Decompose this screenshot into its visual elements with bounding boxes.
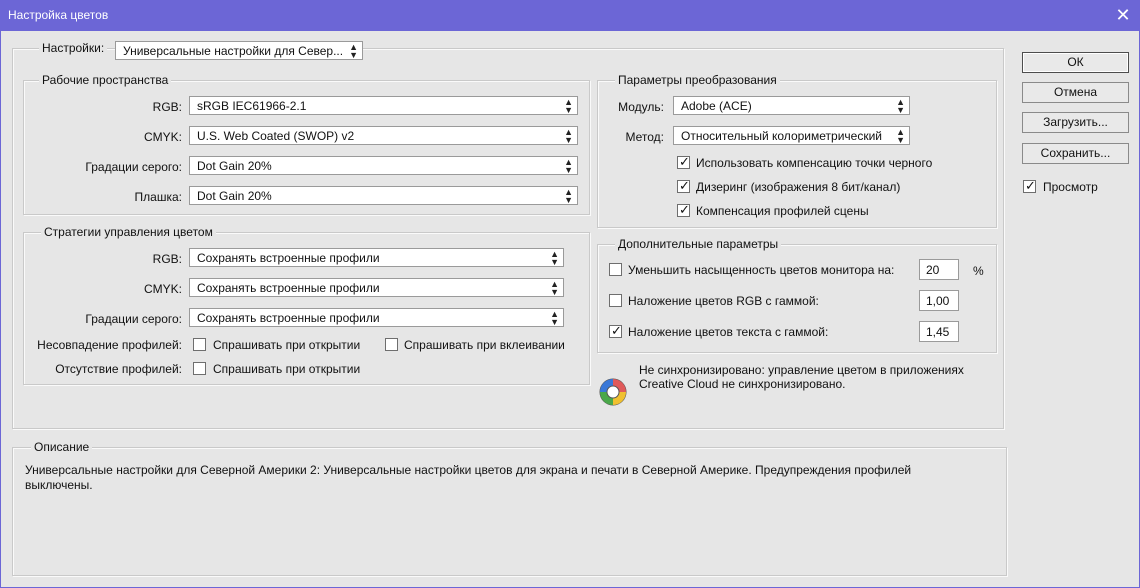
settings-label: Настройки: — [39, 41, 108, 55]
updown-arrow-icon: ▲ ▼ — [896, 127, 905, 145]
policy-cmyk-dropdown[interactable]: Сохранять встроенные профили ▲ ▼ — [189, 278, 564, 297]
mismatch-paste-checkbox[interactable] — [385, 338, 398, 351]
check-icon: ✓ — [679, 178, 690, 193]
check-icon: ✓ — [679, 154, 690, 169]
title-bar: Настройка цветов ✕ — [0, 0, 1140, 31]
policy-cmyk-value: Сохранять встроенные профили — [197, 281, 380, 295]
desaturate-checkbox[interactable] — [609, 263, 622, 276]
updown-arrow-icon: ▲ ▼ — [896, 97, 905, 115]
policies-legend: Стратегии управления цветом — [41, 225, 216, 239]
mismatch-label: Несовпадение профилей: — [37, 338, 182, 352]
policy-gray-value: Сохранять встроенные профили — [197, 311, 380, 325]
ws-rgb-dropdown[interactable]: sRGB IEC61966-2.1 ▲ ▼ — [189, 96, 578, 115]
intent-dropdown[interactable]: Относительный колориметрический ▲ ▼ — [673, 126, 910, 145]
save-button[interactable]: Сохранить... — [1022, 143, 1129, 164]
ws-gray-label: Градации серого: — [85, 160, 182, 174]
engine-value: Adobe (ACE) — [681, 99, 752, 113]
desaturate-unit: % — [973, 264, 984, 278]
engine-label: Модуль: — [618, 100, 664, 114]
rgb-gamma-checkbox[interactable] — [609, 294, 622, 307]
preview-text: Просмотр — [1043, 180, 1098, 194]
policy-rgb-dropdown[interactable]: Сохранять встроенные профили ▲ ▼ — [189, 248, 564, 267]
desaturate-text: Уменьшить насыщенность цветов монитора н… — [628, 263, 895, 277]
mismatch-open-checkbox[interactable] — [193, 338, 206, 351]
policy-rgb-label: RGB: — [152, 252, 182, 266]
rgb-gamma-input[interactable]: 1,00 — [919, 290, 959, 311]
dialog-body: Настройки: Универсальные настройки для С… — [0, 31, 1140, 588]
cancel-button[interactable]: Отмена — [1022, 82, 1129, 103]
text-gamma-text: Наложение цветов текста с гаммой: — [628, 325, 829, 339]
intent-label: Метод: — [625, 130, 664, 144]
check-icon: ✓ — [611, 323, 622, 338]
desaturate-input[interactable]: 20 — [919, 259, 959, 280]
preview-checkbox[interactable]: ✓ — [1023, 178, 1036, 193]
text-gamma-input[interactable]: 1,45 — [919, 321, 959, 342]
policy-rgb-value: Сохранять встроенные профили — [197, 251, 380, 265]
sync-status-line2: Creative Cloud не синхронизировано. — [639, 377, 846, 391]
scene-profile-checkbox[interactable]: ✓ — [677, 202, 690, 217]
engine-dropdown[interactable]: Adobe (ACE) ▲ ▼ — [673, 96, 910, 115]
policy-cmyk-label: CMYK: — [143, 282, 182, 296]
updown-arrow-icon: ▲ ▼ — [550, 249, 559, 267]
policy-gray-label: Градации серого: — [85, 312, 182, 326]
settings-value: Универсальные настройки для Север... — [123, 44, 344, 58]
dither-checkbox[interactable]: ✓ — [677, 178, 690, 193]
description-line2: выключены. — [25, 478, 93, 492]
color-wheel-icon — [598, 377, 628, 407]
ws-cmyk-dropdown[interactable]: U.S. Web Coated (SWOP) v2 ▲ ▼ — [189, 126, 578, 145]
ok-button[interactable]: ОК — [1022, 52, 1129, 73]
ws-rgb-value: sRGB IEC61966-2.1 — [197, 99, 307, 113]
check-icon: ✓ — [1025, 178, 1036, 193]
dither-text: Дизеринг (изображения 8 бит/канал) — [696, 180, 901, 194]
check-icon: ✓ — [679, 202, 690, 217]
updown-arrow-icon: ▲ ▼ — [550, 279, 559, 297]
load-button[interactable]: Загрузить... — [1022, 112, 1129, 133]
text-gamma-checkbox[interactable]: ✓ — [609, 323, 622, 338]
mismatch-paste-text: Спрашивать при вклеивании — [404, 338, 565, 352]
settings-dropdown[interactable]: Универсальные настройки для Север... ▲ ▼ — [115, 41, 363, 60]
ws-rgb-label: RGB: — [152, 100, 182, 114]
working-spaces-legend: Рабочие пространства — [39, 73, 172, 87]
mismatch-open-text: Спрашивать при открытии — [213, 338, 361, 352]
policy-gray-dropdown[interactable]: Сохранять встроенные профили ▲ ▼ — [189, 308, 564, 327]
description-line1: Универсальные настройки для Северной Аме… — [25, 463, 912, 477]
ws-spot-value: Dot Gain 20% — [197, 189, 272, 203]
scene-profile-text: Компенсация профилей сцены — [696, 204, 869, 218]
updown-arrow-icon: ▲ ▼ — [564, 97, 573, 115]
updown-arrow-icon: ▲ ▼ — [564, 157, 573, 175]
conversion-legend: Параметры преобразования — [615, 73, 780, 87]
close-icon[interactable]: ✕ — [1106, 0, 1140, 31]
updown-arrow-icon: ▲ ▼ — [349, 42, 358, 60]
ws-spot-label: Плашка: — [134, 190, 182, 204]
black-point-checkbox[interactable]: ✓ — [677, 154, 690, 169]
ws-cmyk-label: CMYK: — [143, 130, 182, 144]
updown-arrow-icon: ▲ ▼ — [564, 127, 573, 145]
missing-label: Отсутствие профилей: — [55, 362, 182, 376]
advanced-legend: Дополнительные параметры — [615, 237, 782, 251]
black-point-text: Использовать компенсацию точки черного — [696, 156, 933, 170]
ws-gray-dropdown[interactable]: Dot Gain 20% ▲ ▼ — [189, 156, 578, 175]
rgb-gamma-text: Наложение цветов RGB с гаммой: — [628, 294, 819, 308]
missing-open-checkbox[interactable] — [193, 362, 206, 375]
intent-value: Относительный колориметрический — [681, 129, 882, 143]
missing-open-text: Спрашивать при открытии — [213, 362, 361, 376]
window-title: Настройка цветов — [8, 8, 109, 22]
ws-cmyk-value: U.S. Web Coated (SWOP) v2 — [197, 129, 355, 143]
description-legend: Описание — [31, 440, 93, 454]
ws-spot-dropdown[interactable]: Dot Gain 20% ▲ ▼ — [189, 186, 578, 205]
updown-arrow-icon: ▲ ▼ — [550, 309, 559, 327]
updown-arrow-icon: ▲ ▼ — [564, 187, 573, 205]
sync-status-line1: Не синхронизировано: управление цветом в… — [639, 363, 964, 377]
ws-gray-value: Dot Gain 20% — [197, 159, 272, 173]
